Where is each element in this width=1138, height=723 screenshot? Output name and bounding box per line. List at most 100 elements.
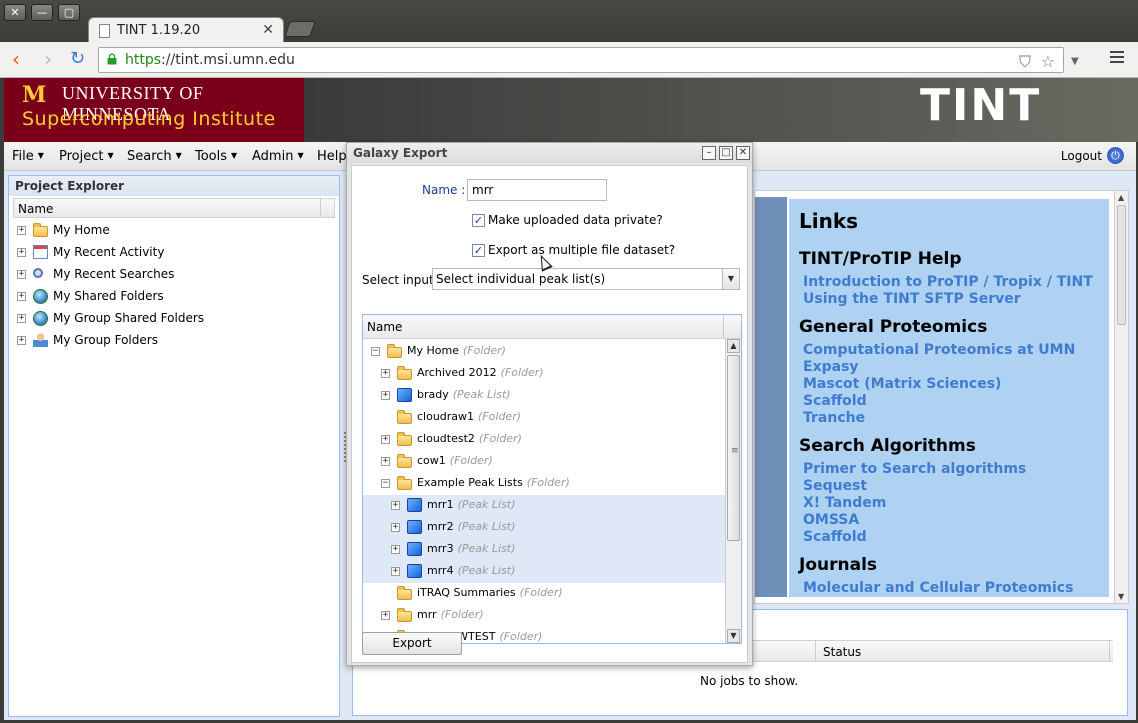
input-tree-grid: Name − My Home (Folder) + Archived 2012 (Fold… (362, 314, 742, 644)
tree-row[interactable]: + mrr (Folder) (363, 605, 725, 627)
maximize-window-icon[interactable]: ▢ (58, 4, 80, 21)
collapse-icon[interactable]: − (371, 347, 380, 356)
links-panel: Links TINT/ProTIP Help Introduction to Pr… (754, 190, 1129, 604)
item-label: iTRAQ Summaries (Folder) (417, 586, 563, 599)
chevron-down-icon[interactable]: ▼ (1071, 51, 1079, 73)
scroll-up-icon[interactable]: ▲ (727, 339, 740, 353)
scroll-down-icon[interactable]: ▼ (727, 629, 740, 643)
item-label: mrr4 (Peak List) (427, 564, 516, 577)
collapse-icon[interactable]: − (381, 479, 390, 488)
tab-close-icon[interactable]: ✕ (262, 22, 274, 38)
menu-search[interactable]: Search ▼ (127, 149, 182, 164)
expand-icon[interactable]: + (391, 545, 400, 554)
minimize-window-icon[interactable]: — (31, 4, 53, 21)
tree-row[interactable]: − My Home (Folder) (363, 341, 725, 363)
external-link[interactable]: X! Tandem (803, 495, 886, 511)
tree-row[interactable]: + mrr3 (Peak List) (363, 539, 725, 561)
expand-icon[interactable]: + (381, 369, 390, 378)
scroll-down-icon[interactable]: ▼ (1118, 592, 1124, 601)
column-header-name[interactable]: Name (367, 320, 402, 334)
external-link[interactable]: OMSSA (803, 512, 859, 528)
external-link[interactable]: Tranche (803, 410, 865, 426)
external-link[interactable]: Primer to Search algorithms (803, 461, 1026, 477)
external-link[interactable]: Introduction to ProTIP / Tropix / TINT (803, 274, 1093, 290)
expand-icon[interactable]: + (17, 292, 26, 301)
private-checkbox[interactable]: ✓ (472, 214, 485, 227)
expand-icon[interactable]: + (17, 336, 26, 345)
tree-row[interactable]: iTRAQ Summaries (Folder) (363, 583, 725, 605)
expand-icon[interactable]: + (381, 611, 390, 620)
tree-row[interactable]: + mrr4 (Peak List) (363, 561, 725, 583)
expand-icon[interactable]: + (381, 391, 390, 400)
scroll-up-icon[interactable]: ▲ (1118, 193, 1124, 202)
item-type: (Peak List) (457, 520, 516, 533)
expand-icon[interactable]: + (17, 314, 26, 323)
external-link[interactable]: Mascot (Matrix Sciences) (803, 376, 1001, 392)
external-link[interactable]: Sequest (803, 478, 867, 494)
tree-row[interactable]: + cow1 (Folder) (363, 451, 725, 473)
links-section-heading: Search Algorithms (799, 436, 976, 456)
menu-help[interactable]: Help (317, 149, 347, 164)
tree-row[interactable]: + cloudtest2 (Folder) (363, 429, 725, 451)
forward-icon[interactable]: › (44, 48, 52, 70)
export-button[interactable]: Export (362, 632, 462, 655)
browser-menu-icon[interactable] (1110, 51, 1124, 63)
tree-row[interactable]: − Example Peak Lists (Folder) (363, 473, 725, 495)
external-link[interactable]: Molecular and Cellular Proteomics (803, 580, 1073, 596)
close-window-icon[interactable]: ✕ (4, 4, 26, 21)
close-icon[interactable]: ✕ (736, 146, 750, 160)
minimize-icon[interactable]: – (702, 146, 716, 160)
multiple-dataset-checkbox[interactable]: ✓ (472, 244, 485, 257)
expand-icon[interactable]: + (17, 270, 26, 279)
menu-file[interactable]: File ▼ (12, 149, 44, 164)
expand-icon[interactable]: + (391, 501, 400, 510)
tree-row[interactable]: + mrr1 (Peak List) (363, 495, 725, 517)
expand-icon[interactable]: + (391, 567, 400, 576)
chevron-down-icon[interactable]: ▼ (722, 269, 739, 289)
menu-tools[interactable]: Tools ▼ (195, 149, 237, 164)
scroll-thumb[interactable] (1117, 205, 1126, 325)
item-label: mrr3 (Peak List) (427, 542, 516, 555)
external-link[interactable]: Computational Proteomics at UMN (803, 342, 1075, 358)
shield-icon[interactable]: ⛉ (1019, 52, 1031, 72)
folder-icon (397, 432, 412, 446)
calendar-icon (33, 245, 48, 259)
new-tab-button[interactable] (284, 21, 316, 37)
column-header-status[interactable]: Status (823, 645, 861, 659)
expand-icon[interactable]: + (391, 523, 400, 532)
links-scrollbar[interactable]: ▲ ▼ (1114, 191, 1128, 603)
expand-icon[interactable]: + (17, 226, 26, 235)
address-bar[interactable]: https://tint.msi.umn.edu ⛉ ☆ (98, 47, 1064, 73)
tree-row[interactable]: + Archived 2012 (Folder) (363, 363, 725, 385)
reload-icon[interactable]: ↻ (70, 48, 85, 70)
dialog-titlebar[interactable]: Galaxy Export – □ ✕ (347, 143, 752, 163)
tree-row[interactable]: + brady (Peak List) (363, 385, 725, 407)
external-link[interactable]: Using the TINT SFTP Server (803, 291, 1021, 307)
menu-admin[interactable]: Admin ▼ (252, 149, 304, 164)
item-label: My Shared Folders (53, 289, 164, 303)
select-inputs-dropdown[interactable]: Select individual peak list(s) ▼ (432, 268, 740, 290)
back-icon[interactable]: ‹ (12, 48, 20, 70)
scroll-thumb[interactable]: ≡ (727, 355, 740, 541)
tree-row[interactable]: + mrr2 (Peak List) (363, 517, 725, 539)
tree-row[interactable]: cloudraw1 (Folder) (363, 407, 725, 429)
power-icon[interactable]: ⏻ (1107, 147, 1124, 164)
column-header-name[interactable]: Name (18, 202, 53, 216)
external-link[interactable]: Scaffold (803, 393, 867, 409)
browser-tab[interactable]: TINT 1.19.20 ✕ (88, 17, 284, 43)
external-link[interactable]: Expasy (803, 359, 859, 375)
maximize-icon[interactable]: □ (719, 146, 733, 160)
expand-icon[interactable]: + (17, 248, 26, 257)
links-section-heading: Journals (799, 555, 878, 575)
bookmark-star-icon[interactable]: ☆ (1041, 52, 1055, 71)
expand-icon[interactable]: + (381, 457, 390, 466)
external-link[interactable]: Scaffold (803, 529, 867, 545)
logout-link[interactable]: Logout (1061, 149, 1102, 163)
name-input[interactable] (467, 179, 607, 201)
tree-scrollbar[interactable]: ▲ ≡ ▼ (725, 339, 741, 643)
menu-project[interactable]: Project ▼ (59, 149, 114, 164)
lock-icon (107, 53, 117, 65)
expand-icon[interactable]: + (381, 435, 390, 444)
private-label: Make uploaded data private? (488, 213, 663, 227)
links-section-heading: General Proteomics (799, 317, 988, 337)
